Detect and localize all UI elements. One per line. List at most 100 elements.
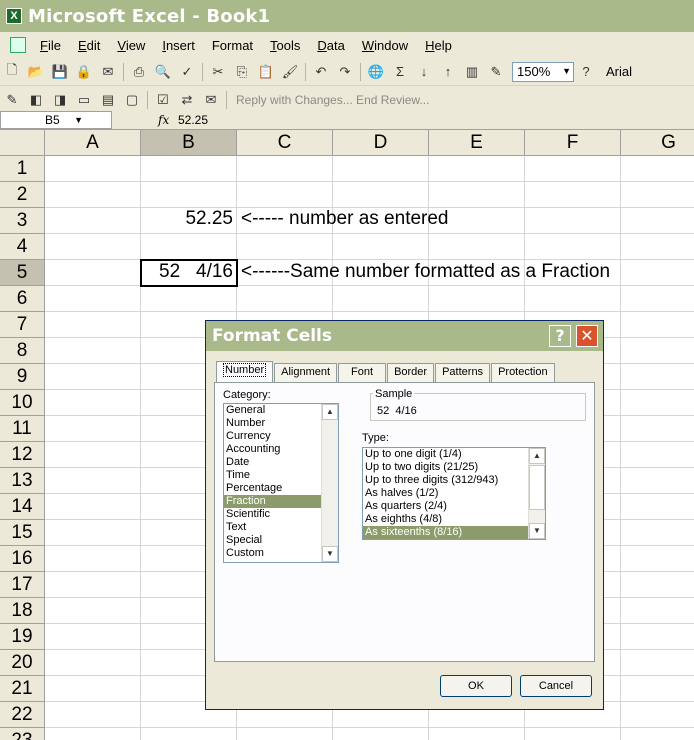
row-header-19[interactable]: 19 <box>0 624 45 650</box>
dialog-title-bar[interactable]: Format Cells ? ✕ <box>206 321 603 351</box>
row-header-2[interactable]: 2 <box>0 182 45 208</box>
column-header-f[interactable]: F <box>525 130 621 156</box>
type-list[interactable]: Up to one digit (1/4) Up to two digits (2… <box>362 447 546 540</box>
column-header-c[interactable]: C <box>237 130 333 156</box>
row-header-4[interactable]: 4 <box>0 234 45 260</box>
menu-data[interactable]: Data <box>309 38 353 53</box>
copy-icon[interactable]: ⎘ <box>232 62 252 82</box>
cell-c5[interactable]: <------Same number formatted as a Fracti… <box>241 261 610 283</box>
category-item[interactable]: Date <box>224 456 322 469</box>
menu-tools[interactable]: Tools <box>262 38 309 53</box>
cancel-button[interactable]: Cancel <box>520 675 592 697</box>
menu-insert[interactable]: Insert <box>154 38 204 53</box>
category-item[interactable]: Custom <box>224 547 322 560</box>
open-icon[interactable]: 📂 <box>26 62 46 82</box>
spelling-icon[interactable]: ✓ <box>177 62 197 82</box>
tab-protection[interactable]: Protection <box>491 363 555 382</box>
category-item[interactable]: Text <box>224 521 322 534</box>
category-item[interactable]: Special <box>224 534 322 547</box>
menu-edit[interactable]: Edit <box>70 38 109 53</box>
column-header-g[interactable]: G <box>621 130 694 156</box>
row-header-15[interactable]: 15 <box>0 520 45 546</box>
reply-with-changes-button[interactable]: Reply with Changes... End Review... <box>236 93 429 107</box>
show-all-comments-icon[interactable]: ▤ <box>98 90 118 110</box>
sort-descending-icon[interactable]: ↑ <box>438 62 458 82</box>
type-item[interactable]: As sixteenths (8/16) <box>363 526 529 539</box>
font-name-select[interactable]: Arial <box>606 64 632 79</box>
menu-format[interactable]: Format <box>204 38 262 53</box>
zoom-select[interactable]: 150% ▼ <box>512 61 574 82</box>
scroll-up-icon[interactable]: ▲ <box>322 404 338 420</box>
redo-icon[interactable]: ↷ <box>335 62 355 82</box>
scroll-down-icon[interactable]: ▼ <box>322 546 338 562</box>
close-icon[interactable]: ✕ <box>576 325 598 347</box>
category-item[interactable]: General <box>224 404 322 417</box>
row-header-3[interactable]: 3 <box>0 208 45 234</box>
formula-input[interactable]: 52.25 <box>178 113 208 127</box>
row-header-12[interactable]: 12 <box>0 442 45 468</box>
cell-b5[interactable]: 52 4/16 <box>141 261 233 283</box>
type-item[interactable]: As halves (1/2) <box>363 487 529 500</box>
workbook-icon[interactable] <box>10 37 26 53</box>
scroll-up-icon[interactable]: ▲ <box>529 448 545 464</box>
edit-comment-icon[interactable]: ✎ <box>2 90 22 110</box>
update-file-icon[interactable]: ⇄ <box>177 90 197 110</box>
new-icon[interactable]: 🗋 <box>2 62 22 82</box>
category-item[interactable]: Percentage <box>224 482 322 495</box>
category-item[interactable]: Time <box>224 469 322 482</box>
row-header-13[interactable]: 13 <box>0 468 45 494</box>
delete-comment-icon[interactable]: ▢ <box>122 90 142 110</box>
type-item[interactable]: Up to one digit (1/4) <box>363 448 529 461</box>
email-icon[interactable]: ✉ <box>98 62 118 82</box>
tab-number[interactable]: Number <box>216 361 274 382</box>
row-header-7[interactable]: 7 <box>0 312 45 338</box>
scroll-thumb[interactable] <box>529 465 545 510</box>
row-header-11[interactable]: 11 <box>0 416 45 442</box>
row-header-10[interactable]: 10 <box>0 390 45 416</box>
tab-border[interactable]: Border <box>387 363 435 382</box>
print-preview-icon[interactable]: 🔍 <box>153 62 173 82</box>
category-item[interactable]: Scientific <box>224 508 322 521</box>
tab-patterns[interactable]: Patterns <box>435 363 491 382</box>
chart-wizard-icon[interactable]: ▥ <box>462 62 482 82</box>
column-header-e[interactable]: E <box>429 130 525 156</box>
category-item[interactable]: Currency <box>224 430 322 443</box>
category-item[interactable]: Fraction <box>224 495 322 508</box>
column-header-a[interactable]: A <box>45 130 141 156</box>
type-item[interactable]: As quarters (2/4) <box>363 500 529 513</box>
row-header-18[interactable]: 18 <box>0 598 45 624</box>
scroll-down-icon[interactable]: ▼ <box>529 523 545 539</box>
previous-comment-icon[interactable]: ◧ <box>26 90 46 110</box>
help-icon[interactable]: ? <box>576 62 596 82</box>
row-header-14[interactable]: 14 <box>0 494 45 520</box>
excel-app-icon[interactable]: X <box>6 8 22 24</box>
category-item[interactable]: Number <box>224 417 322 430</box>
row-header-16[interactable]: 16 <box>0 546 45 572</box>
chevron-down-icon[interactable]: ▼ <box>562 66 571 76</box>
column-header-d[interactable]: D <box>333 130 429 156</box>
menu-help[interactable]: Help <box>417 38 461 53</box>
paste-icon[interactable]: 📋 <box>256 62 276 82</box>
hyperlink-icon[interactable]: 🌐 <box>366 62 386 82</box>
chevron-down-icon[interactable]: ▼ <box>74 115 83 125</box>
create-task-icon[interactable]: ☑ <box>153 90 173 110</box>
column-header-b[interactable]: B <box>141 130 237 156</box>
ok-button[interactable]: OK <box>440 675 512 697</box>
autosum-icon[interactable]: Σ <box>390 62 410 82</box>
sort-ascending-icon[interactable]: ↓ <box>414 62 434 82</box>
insert-function-icon[interactable]: fx <box>158 113 178 127</box>
row-header-9[interactable]: 9 <box>0 364 45 390</box>
help-button[interactable]: ? <box>549 325 571 347</box>
cell-c3[interactable]: <----- number as entered <box>241 208 449 230</box>
menu-file[interactable]: File <box>32 38 70 53</box>
category-list[interactable]: General Number Currency Accounting Date Time P… <box>223 403 339 563</box>
save-icon[interactable]: 💾 <box>50 62 70 82</box>
row-header-5[interactable]: 5 <box>0 260 45 286</box>
format-painter-icon[interactable]: 🖌 <box>280 62 300 82</box>
tab-alignment[interactable]: Alignment <box>274 363 338 382</box>
category-scrollbar[interactable]: ▲ ▼ <box>321 404 338 562</box>
tab-font[interactable]: Font <box>338 363 387 382</box>
row-header-22[interactable]: 22 <box>0 702 45 728</box>
row-header-21[interactable]: 21 <box>0 676 45 702</box>
cut-icon[interactable]: ✂ <box>208 62 228 82</box>
